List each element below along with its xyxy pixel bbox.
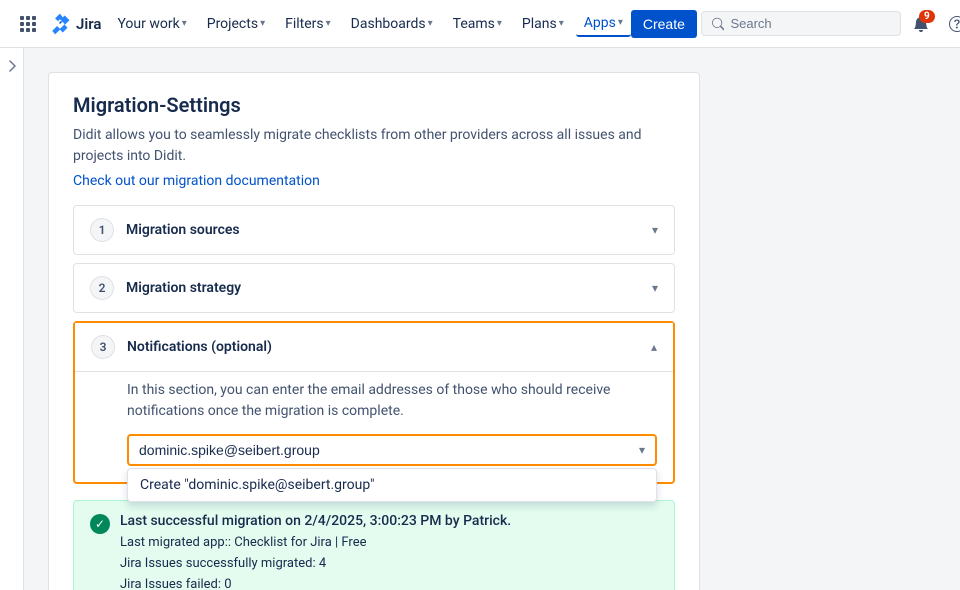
chevron-down-icon: ▾ [618,17,623,28]
accordion-header-notifications[interactable]: 3 Notifications (optional) ▴ [75,323,673,371]
chevron-down-icon: ▾ [182,18,187,29]
topnav-left: Jira Your work ▾ Projects ▾ Filters ▾ Da… [12,8,631,40]
nav-item-filters[interactable]: Filters ▾ [277,12,339,36]
section-number-1: 1 [90,218,114,242]
nav-item-dashboards[interactable]: Dashboards ▾ [343,12,441,36]
nav-item-your-work[interactable]: Your work ▾ [109,12,194,36]
accordion-notifications: 3 Notifications (optional) ▴ In this sec… [73,321,675,484]
accordion-header-sources[interactable]: 1 Migration sources ▾ [74,206,674,254]
success-detail-line1: Last migrated app:: Checklist for Jira |… [120,533,658,554]
chevron-down-icon: ▾ [559,18,564,29]
section-title-notifications: Notifications (optional) [127,339,651,355]
section-number-3: 3 [91,335,115,359]
page-description: Didit allows you to seamlessly migrate c… [73,125,675,167]
success-content: Last successful migration on 2/4/2025, 3… [120,513,658,590]
search-icon [712,17,725,31]
accordion-migration-sources: 1 Migration sources ▾ [73,205,675,255]
section-title-sources: Migration sources [126,222,652,238]
chevron-down-icon: ▾ [652,281,658,295]
search-input[interactable] [730,16,889,31]
chevron-down-icon: ▾ [497,18,502,29]
email-input-container: ▾ [127,434,657,466]
help-button[interactable] [941,8,960,40]
chevron-right-icon [7,60,17,72]
success-details: Last migrated app:: Checklist for Jira |… [120,533,658,590]
grid-icon[interactable] [12,8,44,40]
chevron-up-icon: ▴ [651,340,657,354]
section-title-strategy: Migration strategy [126,280,652,296]
sidebar-toggle[interactable] [0,48,24,590]
accordion-header-strategy[interactable]: 2 Migration strategy ▾ [74,264,674,312]
nav-item-apps[interactable]: Apps ▾ [576,11,631,37]
page-title: Migration-Settings [73,93,675,117]
topnav-right: Create 9 P [631,8,960,40]
chevron-down-icon: ▾ [639,443,645,457]
success-icon: ✓ [90,514,110,534]
search-box[interactable] [701,11,901,36]
create-button[interactable]: Create [631,10,697,38]
nav-item-teams[interactable]: Teams ▾ [445,12,510,36]
email-dropdown: Create "dominic.spike@seibert.group" [127,468,657,502]
topnav: Jira Your work ▾ Projects ▾ Filters ▾ Da… [0,0,960,48]
notification-badge: 9 [919,10,935,23]
section-number-2: 2 [90,276,114,300]
jira-logo[interactable]: Jira [48,12,101,36]
notifications-description: In this section, you can enter the email… [127,380,657,422]
chevron-down-icon: ▾ [260,18,265,29]
nav-item-plans[interactable]: Plans ▾ [514,12,572,36]
success-detail-line3: Jira Issues failed: 0 [120,575,658,590]
email-input[interactable] [139,442,639,458]
nav-item-projects[interactable]: Projects ▾ [199,12,273,36]
accordion-body-notifications: In this section, you can enter the email… [75,371,673,482]
accordion-migration-strategy: 2 Migration strategy ▾ [73,263,675,313]
doc-link[interactable]: Check out our migration documentation [73,173,320,189]
chevron-down-icon: ▾ [428,18,433,29]
chevron-down-icon: ▾ [652,223,658,237]
chevron-down-icon: ▾ [326,18,331,29]
migration-card: Migration-Settings Didit allows you to s… [48,72,700,590]
page-wrapper: Migration-Settings Didit allows you to s… [0,48,960,590]
success-box: ✓ Last successful migration on 2/4/2025,… [73,500,675,590]
help-icon [949,16,960,32]
main-content: Migration-Settings Didit allows you to s… [24,48,724,590]
success-detail-line2: Jira Issues successfully migrated: 4 [120,554,658,575]
email-dropdown-item[interactable]: Create "dominic.spike@seibert.group" [128,469,656,501]
success-title: Last successful migration on 2/4/2025, 3… [120,513,658,529]
notifications-button[interactable]: 9 [905,8,937,40]
email-input-wrapper: ▾ Create "dominic.spike@seibert.group" [127,434,657,466]
jira-logo-text: Jira [76,15,101,33]
